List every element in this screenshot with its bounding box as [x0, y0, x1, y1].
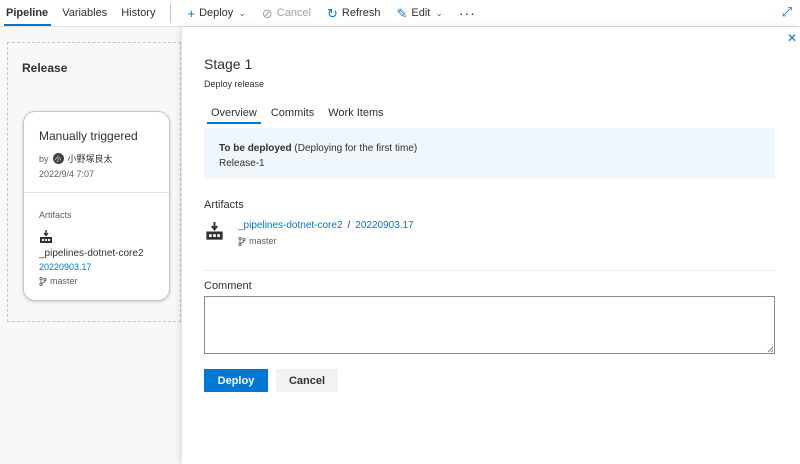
artifacts-label: Artifacts: [39, 210, 72, 220]
branch-icon: [238, 236, 246, 246]
artifact-branch: master: [39, 276, 78, 286]
artifact-name: _pipelines-dotnet-core2: [39, 248, 144, 259]
panel-artifact-branch: master: [238, 236, 277, 246]
refresh-command-label: Refresh: [341, 7, 381, 19]
tab-work-items[interactable]: Work Items: [321, 105, 390, 124]
top-toolbar: Pipeline Variables History + Deploy ⌄ ⊘ …: [0, 0, 800, 27]
panel-divider: [204, 270, 775, 271]
tab-history[interactable]: History: [114, 0, 162, 26]
avatar: 小: [52, 153, 64, 164]
tab-overview[interactable]: Overview: [204, 105, 264, 124]
card-divider: [24, 192, 169, 193]
artifact-version-link[interactable]: 20220903.17: [355, 220, 413, 231]
artifact-separator: /: [347, 220, 351, 231]
trigger-date: 2022/9/4 7:07: [39, 169, 95, 179]
build-artifact-icon: [206, 222, 223, 240]
tab-commits[interactable]: Commits: [264, 105, 321, 124]
release-title: Release: [22, 61, 68, 75]
deploy-button[interactable]: Deploy: [204, 369, 268, 392]
trigger-card[interactable]: Manually triggered by 小 小野塚良太 2022/9/4 7…: [23, 111, 170, 301]
panel-subtitle: Deploy release: [204, 79, 265, 89]
by-label: by: [39, 153, 49, 164]
artifact-name-link[interactable]: _pipelines-dotnet-core2: [238, 220, 343, 231]
tab-variables-label: Variables: [62, 7, 108, 19]
branch-icon: [39, 276, 47, 286]
info-heading: To be deployed: [219, 143, 292, 154]
tab-pipeline[interactable]: Pipeline: [0, 0, 55, 26]
comment-label: Comment: [204, 280, 252, 292]
deploy-command-label: Deploy: [199, 7, 234, 19]
deploy-command[interactable]: + Deploy ⌄: [179, 0, 253, 26]
edit-command[interactable]: ✎ Edit ⌄: [388, 0, 450, 26]
close-icon[interactable]: ✕: [787, 31, 797, 45]
artifact-links: _pipelines-dotnet-core2 / 20220903.17: [238, 220, 414, 231]
trigger-title: Manually triggered: [39, 129, 138, 143]
deploy-info-box: To be deployed (Deploying for the first …: [204, 128, 775, 179]
tab-variables[interactable]: Variables: [55, 0, 114, 26]
trigger-user: 小野塚良太: [67, 154, 113, 164]
cancel-circle-icon: ⊘: [261, 5, 273, 21]
toolbar-divider: [170, 3, 172, 23]
branch-label: master: [249, 236, 277, 246]
tab-pipeline-label: Pipeline: [6, 7, 49, 19]
chevron-down-icon: ⌄: [238, 7, 246, 18]
refresh-command[interactable]: ↻ Refresh: [319, 0, 388, 26]
plus-icon: +: [187, 5, 196, 21]
info-release: Release-1: [219, 158, 265, 169]
info-heading-note: (Deploying for the first time): [294, 143, 418, 154]
panel-title: Stage 1: [204, 56, 253, 72]
cancel-button[interactable]: Cancel: [276, 369, 338, 392]
chevron-down-icon: ⌄: [435, 7, 443, 18]
more-actions-label: ···: [458, 5, 476, 21]
more-actions-button[interactable]: ···: [451, 0, 484, 26]
panel-tabs: Overview Commits Work Items: [204, 105, 391, 124]
expand-icon[interactable]: ⤢: [782, 4, 792, 20]
comment-textarea[interactable]: [204, 296, 775, 354]
artifact-version-link[interactable]: 20220903.17: [39, 262, 92, 272]
trigger-by: by 小 小野塚良太: [39, 152, 113, 165]
panel-artifacts-label: Artifacts: [204, 199, 244, 211]
pencil-icon: ✎: [396, 5, 408, 21]
tab-history-label: History: [121, 7, 156, 19]
cancel-command[interactable]: ⊘ Cancel: [254, 0, 319, 26]
build-artifact-icon: [40, 230, 52, 243]
stage-panel: ✕ Stage 1 Deploy release Overview Commit…: [182, 27, 800, 464]
cancel-command-label: Cancel: [276, 7, 312, 19]
refresh-icon: ↻: [327, 5, 338, 21]
branch-label: master: [50, 276, 78, 286]
edit-command-label: Edit: [411, 7, 431, 19]
release-section: Release Manually triggered by 小 小野塚良太 20…: [7, 42, 181, 322]
